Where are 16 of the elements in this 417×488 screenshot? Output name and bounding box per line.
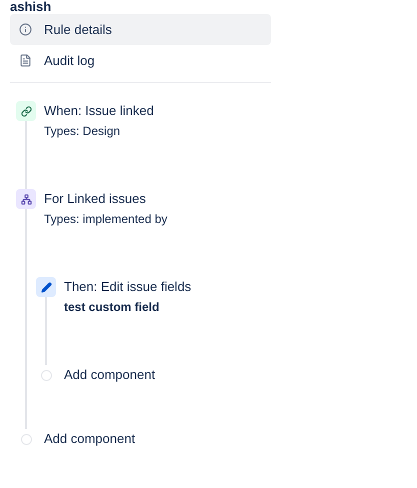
nav-item[interactable]: Audit log: [10, 45, 271, 76]
step-title: For Linked issues: [44, 190, 147, 208]
hierarchy-icon: [16, 189, 36, 209]
step-title: Then: Edit issue fields: [64, 278, 192, 296]
document-icon: [19, 54, 32, 67]
user-name: ashish: [9, 0, 52, 14]
pencil-icon: [36, 277, 56, 297]
info-icon: [19, 23, 32, 36]
add-component-button[interactable]: Add component: [64, 365, 156, 385]
nav-item[interactable]: Rule details: [10, 14, 271, 45]
link-icon: [16, 101, 36, 121]
add-component-button[interactable]: Add component: [44, 429, 136, 449]
step-subtitle: Types: Design: [44, 123, 122, 140]
step-detail: test custom field: [64, 299, 160, 316]
step-title: When: Issue linked: [44, 102, 155, 120]
step-subtitle: Types: implemented by: [44, 211, 168, 228]
